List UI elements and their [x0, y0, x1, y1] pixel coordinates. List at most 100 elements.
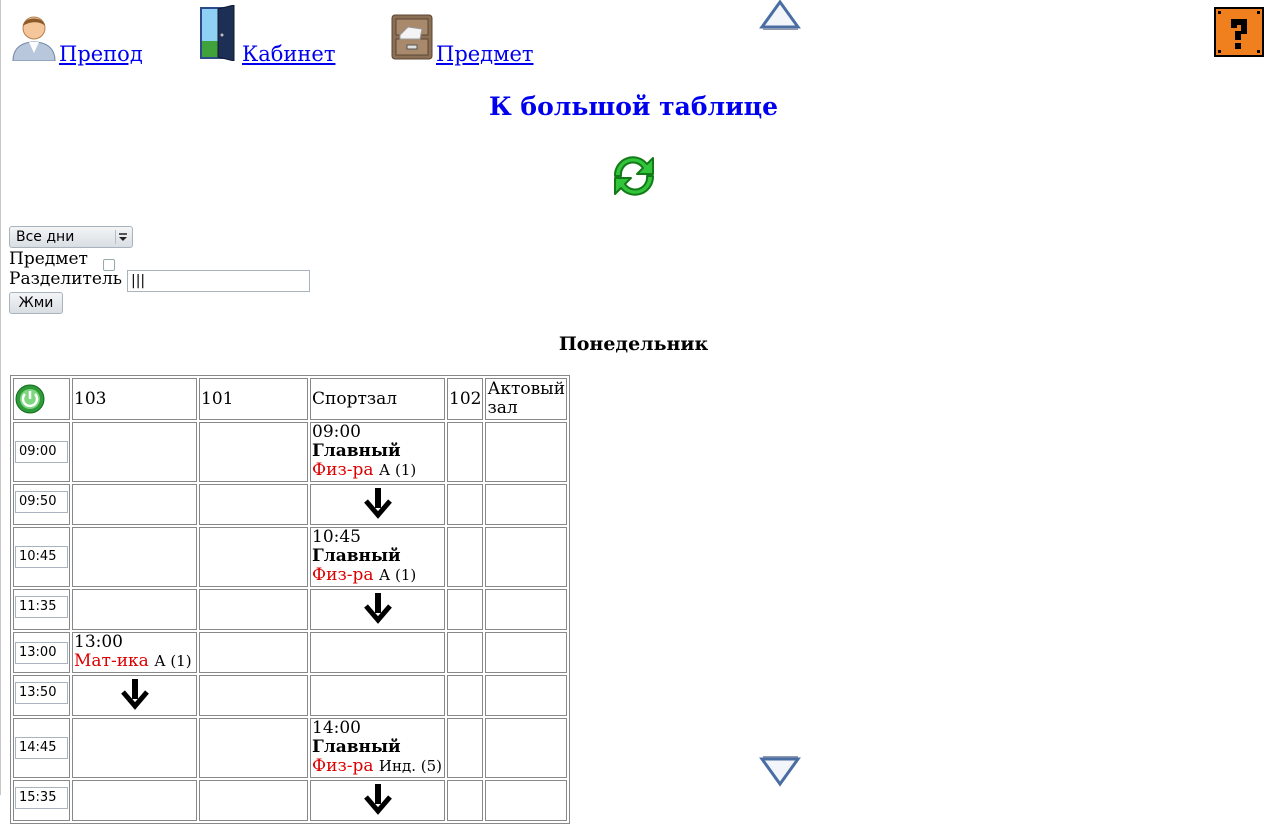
- schedule-cell: [485, 632, 568, 673]
- teacher-icon: [9, 11, 59, 66]
- time-cell: 09:50: [13, 484, 70, 525]
- lesson-subject: Физ-ра: [312, 756, 374, 776]
- time-cell: 11:35: [13, 589, 70, 630]
- schedule-cell: [447, 632, 484, 673]
- time-cell: 09:00: [13, 422, 70, 482]
- nav-room-label: Кабинет: [242, 42, 336, 66]
- schedule-cell: 09:00 Главный Физ-ра А (1): [310, 422, 445, 482]
- schedule-cell: [485, 589, 568, 630]
- help-icon: [1214, 7, 1264, 57]
- time-input[interactable]: 13:50: [15, 682, 68, 704]
- day-select[interactable]: Все дни: [9, 226, 133, 248]
- lesson-teacher: Главный: [312, 546, 401, 566]
- help-link[interactable]: [1214, 7, 1264, 61]
- schedule-cell: [72, 780, 197, 821]
- refresh-icon: [613, 156, 655, 196]
- schedule-cell: [447, 484, 484, 525]
- schedule-cell: [310, 484, 445, 525]
- nav-subject-link[interactable]: Предмет: [386, 11, 534, 66]
- day-select-value: Все дни: [16, 229, 75, 245]
- nav-teacher-label: Препод: [59, 42, 143, 66]
- table-header-row: 103 101 Спортзал 102 Актовый зал: [13, 378, 568, 420]
- time-cell: 13:00: [13, 632, 70, 673]
- time-input[interactable]: 10:45: [15, 546, 68, 568]
- scroll-up-link[interactable]: [759, 0, 801, 36]
- table-row: 13:00 13:00 Мат-ика А (1): [13, 632, 568, 673]
- schedule-cell: [310, 675, 445, 716]
- schedule-cell: [447, 718, 484, 778]
- lesson-time: 10:45: [312, 527, 361, 547]
- table-row: 10:45 10:45 Главный Физ-ра А (1): [13, 527, 568, 587]
- schedule-cell: [199, 484, 308, 525]
- nav-subject-label: Предмет: [436, 42, 534, 66]
- schedule-cell: [72, 589, 197, 630]
- submit-button[interactable]: Жми: [9, 292, 63, 314]
- lesson-group: А (1): [378, 461, 417, 479]
- scroll-down-link[interactable]: [759, 755, 801, 791]
- schedule-cell: [199, 675, 308, 716]
- schedule-cell: [447, 675, 484, 716]
- down-arrow-icon: [759, 756, 801, 787]
- schedule-cell: [199, 527, 308, 587]
- time-input[interactable]: 09:50: [15, 491, 68, 513]
- lesson-subject: Физ-ра: [312, 460, 374, 480]
- time-input[interactable]: 14:45: [15, 737, 68, 759]
- schedule-cell: [72, 718, 197, 778]
- column-header: 103: [72, 378, 197, 420]
- table-row: 13:50: [13, 675, 568, 716]
- schedule-cell: [199, 632, 308, 673]
- schedule-cell: [310, 780, 445, 821]
- schedule-cell: [485, 422, 568, 482]
- separator-input[interactable]: |||: [127, 270, 310, 292]
- schedule-cell: [447, 589, 484, 630]
- schedule-cell: 14:00 Главный Физ-ра Инд. (5): [310, 718, 445, 778]
- schedule-cell: [485, 780, 568, 821]
- lesson-teacher: Главный: [312, 737, 401, 757]
- lesson-subject: Мат-ика: [74, 651, 149, 671]
- down-arrow-icon: [363, 593, 392, 624]
- down-arrow-icon: [120, 679, 149, 710]
- time-cell: 13:50: [13, 675, 70, 716]
- time-input[interactable]: 13:00: [15, 642, 68, 664]
- schedule-cell: [447, 527, 484, 587]
- column-header: Спортзал: [310, 378, 445, 420]
- schedule-cell: 10:45 Главный Физ-ра А (1): [310, 527, 445, 587]
- schedule-table: 103 101 Спортзал 102 Актовый зал 09:00 0…: [10, 375, 571, 824]
- schedule-cell: [72, 422, 197, 482]
- down-arrow-icon: [363, 784, 392, 815]
- lesson-subject: Физ-ра: [312, 565, 374, 585]
- time-input[interactable]: 15:35: [15, 787, 68, 809]
- separator-label: Разделитель: [9, 269, 123, 289]
- column-header: Актовый зал: [485, 378, 568, 420]
- refresh-button[interactable]: [609, 152, 659, 204]
- time-cell: 10:45: [13, 527, 70, 587]
- lesson-teacher: Главный: [312, 441, 401, 461]
- schedule-cell: [485, 484, 568, 525]
- schedule-cell: [447, 422, 484, 482]
- schedule-cell: [72, 527, 197, 587]
- schedule-cell: [199, 718, 308, 778]
- schedule-cell: [72, 675, 197, 716]
- big-table-link[interactable]: К большой таблице: [1, 92, 1265, 121]
- table-row: 14:45 14:00 Главный Физ-ра Инд. (5): [13, 718, 568, 778]
- schedule-cell: 13:00 Мат-ика А (1): [72, 632, 197, 673]
- day-heading: Понедельник: [558, 333, 709, 355]
- time-cell: 14:45: [13, 718, 70, 778]
- down-arrow-icon: [363, 488, 392, 519]
- select-arrow-icon: [115, 230, 130, 244]
- time-input[interactable]: 11:35: [15, 596, 68, 618]
- schedule-cell: [485, 527, 568, 587]
- door-icon: [192, 4, 242, 66]
- nav-teacher-link[interactable]: Препод: [9, 11, 143, 66]
- schedule-cell: [72, 484, 197, 525]
- nav-room-link[interactable]: Кабинет: [192, 4, 336, 66]
- power-icon[interactable]: [15, 384, 68, 419]
- time-input[interactable]: 09:00: [15, 441, 68, 463]
- lesson-group: Инд. (5): [378, 757, 442, 775]
- schedule-cell: [485, 675, 568, 716]
- lesson-time: 14:00: [312, 718, 361, 738]
- header-corner-cell: [13, 378, 70, 420]
- schedule-cell: [199, 422, 308, 482]
- cabinet-icon: [386, 11, 436, 66]
- schedule-cell: [310, 589, 445, 630]
